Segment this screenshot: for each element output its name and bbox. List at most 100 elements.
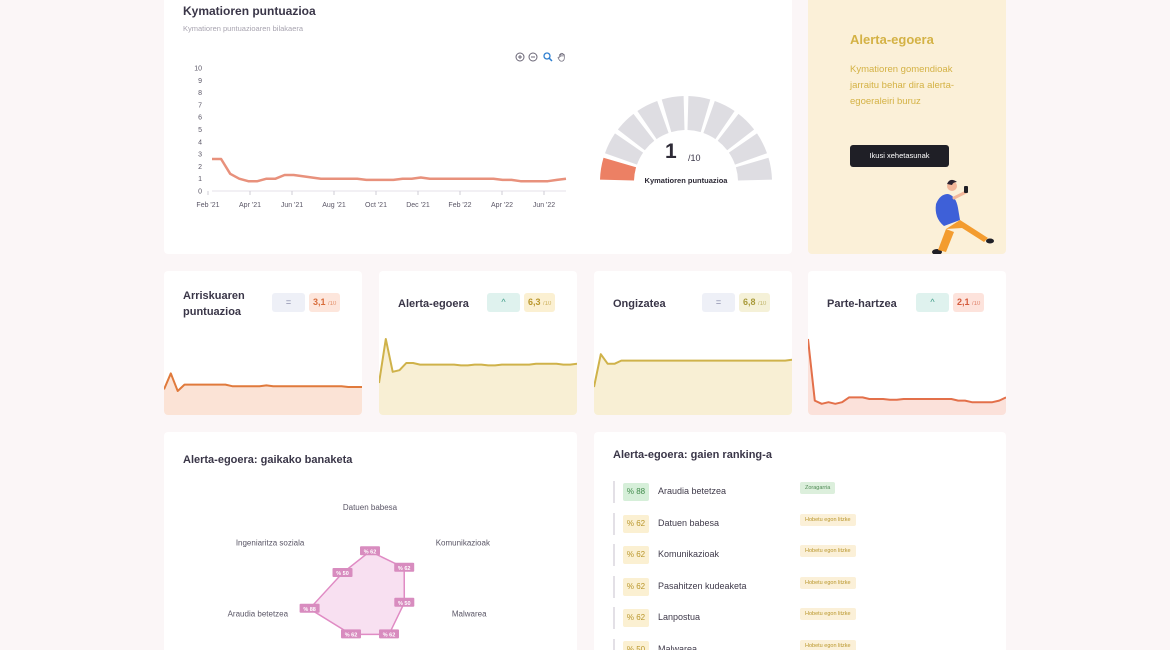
score-denominator: /10 [758, 301, 767, 307]
alert-sparkline [379, 338, 577, 415]
score-denominator: /10 [972, 301, 981, 307]
gauge-max: /10 [688, 153, 701, 163]
ranking-divider [613, 607, 615, 629]
radar-axis-label: Ingeniaritza soziala [236, 539, 305, 548]
score-value: 6,8 [743, 297, 756, 307]
ranking-status-badge: Hobetu egon litzke [800, 639, 856, 650]
ranking-topic: Datuen babesa [658, 517, 720, 528]
radar-polygon [308, 550, 406, 636]
ranking-status-badge: Hobetu egon litzke [800, 576, 856, 589]
zoom-search-icon[interactable] [543, 52, 553, 62]
mini-card-alert: Alerta-egoera ^ 6,3 /10 [379, 271, 577, 415]
x-tick-label: Dec '21 [406, 202, 430, 209]
ranking-divider [613, 638, 615, 650]
x-tick-label: Jun '22 [533, 202, 555, 209]
radar-value-label: % 88 [303, 607, 316, 613]
radar-axis-label: Datuen babesa [343, 503, 398, 512]
x-tick-label: Apr '22 [491, 202, 513, 209]
ranking-row: % 88 Araudia betetzea Zoragarria [613, 481, 983, 507]
mini-card-title: Arriskuaren puntuazioa [183, 290, 245, 318]
radar-value-label: % 62 [345, 632, 358, 638]
y-tick-label: 6 [198, 115, 202, 122]
score-series-line [212, 157, 567, 183]
ranking-status-badge: Hobetu egon litzke [800, 545, 856, 557]
y-tick-label: 2 [198, 164, 202, 171]
sparkline-area [379, 339, 577, 415]
score-badge: 6,3 /10 [524, 293, 556, 312]
zoom-out-icon[interactable] [528, 52, 538, 62]
ranking-percent: % 62 [623, 577, 649, 596]
trend-badge: ^ [916, 293, 949, 312]
sparkline-area [164, 373, 362, 415]
x-tick-label: Oct '21 [365, 202, 387, 209]
y-tick-label: 8 [198, 90, 202, 97]
mini-card-title: Ongizatea [613, 298, 666, 310]
radar-axis-label: Komunikazioak [436, 539, 491, 548]
score-badge: 2,1 /10 [953, 293, 985, 312]
zoom-in-icon[interactable] [515, 52, 525, 62]
ranking-status-badge: Hobetu egon litzke [800, 608, 856, 620]
x-tick-label: Apr '21 [239, 202, 261, 209]
y-tick-label: 10 [194, 66, 202, 73]
ranking-percent: % 62 [623, 514, 649, 533]
risk-sparkline [164, 372, 362, 415]
mini-card-title: Alerta-egoera [398, 298, 469, 310]
score-card: Kymatioren puntuazioa Kymatioren puntuaz… [164, 0, 792, 254]
person-illustration [932, 179, 994, 254]
score-card-subtitle: Kymatioren puntuazioaren bilakaera [183, 24, 304, 33]
ranking-topic: Pasahitzen kudeaketa [658, 580, 747, 591]
score-card-title: Kymatioren puntuazioa [183, 4, 316, 18]
score-line-chart: 109876543210Feb '21 Apr '21 Jun '21 Aug '21… [194, 66, 567, 209]
ranking-row: % 62 Pasahitzen kudeaketa Hobetu egon litz… [613, 575, 983, 602]
y-tick-label: 4 [198, 139, 202, 146]
y-tick-label: 3 [198, 152, 202, 159]
mini-card-title: Parte-hartzea [827, 298, 897, 310]
ranking-row: % 62 Lanpostua Hobetu egon litzke [613, 607, 983, 633]
pan-hand-icon[interactable] [557, 52, 567, 62]
radar-value-label: % 62 [398, 566, 411, 572]
radar-chart: % 62 % 62 % 50 % 62 % 62 % 88 % 50 Datuen babes… [228, 503, 491, 639]
radar-axis-label: Malwarea [452, 610, 487, 619]
mini-card-participation: Parte-hartzea ^ 2,1 /10 [808, 271, 1006, 415]
sparkline-line [808, 338, 1006, 405]
score-badge: 6,8 /10 [739, 293, 771, 312]
x-tick-label: Feb '21 [196, 202, 219, 209]
ranking-row: % 50 Malwarea Hobetu egon litzke [613, 638, 983, 650]
ranking-card-title: Alerta-egoera: gaien ranking-a [613, 449, 772, 461]
x-tick-label: Jun '21 [281, 202, 303, 209]
x-tick-label: Aug '21 [322, 202, 346, 209]
y-tick-label: 9 [198, 78, 202, 85]
wellbeing-sparkline [594, 353, 792, 415]
ranking-divider [613, 575, 615, 598]
ranking-card: Alerta-egoera: gaien ranking-a % 88 Araud… [594, 432, 1006, 650]
radar-value-label: % 50 [398, 601, 411, 607]
score-value: 6,3 [528, 297, 541, 307]
trend-badge: ^ [487, 293, 520, 312]
gauge-value: 1 [665, 140, 677, 163]
radar-value-label: % 50 [336, 571, 349, 577]
ranking-percent: % 88 [623, 483, 649, 501]
x-tick-label: Feb '22 [448, 202, 471, 209]
y-tick-label: 1 [198, 176, 202, 183]
radar-axis-label: Araudia betetzea [228, 610, 289, 619]
details-button[interactable]: Ikusi xehetasunak [850, 145, 949, 167]
mini-card-wellbeing: Ongizatea = 6,8 /10 [594, 271, 792, 415]
ranking-topic: Komunikazioak [658, 549, 720, 559]
trend-badge: = [272, 293, 305, 312]
y-tick-label: 5 [198, 127, 202, 134]
alert-card-text: Kymatioren gomendioak jarraitu behar dir… [850, 64, 955, 107]
participation-sparkline [808, 338, 1006, 415]
ranking-row: % 62 Komunikazioak Hobetu egon litzke [613, 544, 983, 570]
trend-badge: = [702, 293, 735, 312]
score-badge: 3,1 /10 [309, 293, 341, 312]
ranking-percent: % 62 [623, 609, 649, 627]
ranking-percent: % 62 [623, 546, 649, 564]
sparkline-area [594, 354, 792, 415]
ranking-status-badge: Hobetu egon litzke [800, 513, 856, 526]
gauge-label: Kymatioren puntuazioa [644, 176, 728, 185]
ranking-divider [613, 512, 615, 535]
score-value: 3,1 [313, 297, 326, 307]
ranking-divider [613, 481, 615, 503]
alert-card: Alerta-egoera Kymatioren gomendioak jarr… [808, 0, 1006, 254]
y-tick-label: 7 [198, 102, 202, 109]
